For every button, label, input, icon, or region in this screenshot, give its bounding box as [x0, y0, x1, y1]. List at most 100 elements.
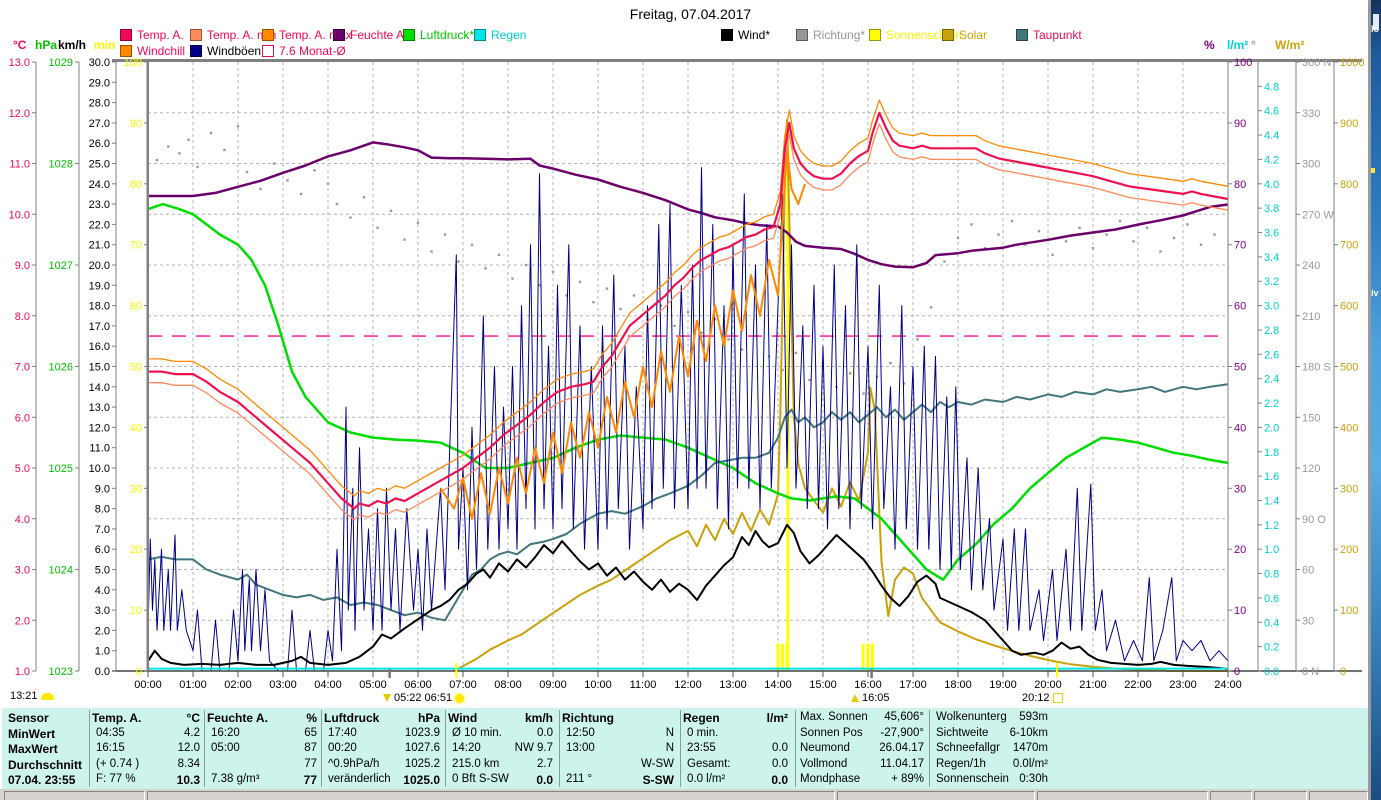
axis-label-rain: 3.2 [1264, 276, 1279, 288]
direction-dot [956, 236, 960, 240]
axis-label-wind: 6.0 [95, 544, 110, 556]
table-cell: 77 [304, 757, 317, 770]
axis-label-direction: 0 N [1302, 666, 1319, 678]
axis-label-pressure: 1023 [49, 666, 73, 678]
direction-dot [1010, 219, 1014, 223]
axis-label-rain: 1.0 [1264, 544, 1279, 556]
plot-top-border [112, 59, 1362, 62]
direction-dot [167, 145, 170, 148]
direction-dot [997, 233, 1000, 236]
direction-dot [943, 260, 946, 263]
time-tick-label: 08:00 [494, 679, 522, 691]
table-cell: 65 [304, 726, 317, 739]
axis-label-solar: 0 [1340, 666, 1346, 678]
axis-label-direction: 30 [1302, 615, 1314, 627]
direction-dot [1051, 253, 1054, 257]
axis-label-humidity: 0 [1234, 666, 1240, 678]
direction-dot [178, 152, 181, 155]
table-column-divider [929, 710, 930, 787]
table-cell: -27,900° [880, 726, 924, 739]
axis-label-wind: 19.0 [89, 280, 110, 292]
direction-dot [349, 216, 352, 219]
axis-label-direction: 270 W [1302, 209, 1334, 221]
status-bar-panel [1037, 791, 1208, 800]
table-cell: + 89% [891, 773, 924, 785]
direction-dot [209, 131, 213, 135]
table-cell: 10.3 [176, 773, 200, 787]
axis-label-humidity: 20 [1234, 544, 1246, 556]
table-cell: 1025.0 [403, 773, 440, 787]
direction-dot [524, 263, 528, 267]
axis-label-wind: 3.0 [95, 605, 110, 617]
axis-label-humidity: 90 [1234, 118, 1246, 130]
axis-label-wind: 13.0 [89, 402, 110, 414]
direction-dot [223, 148, 226, 152]
table-cell: 0 min. [687, 726, 719, 739]
axis-label-wind: 14.0 [89, 382, 110, 394]
direction-dot [497, 253, 501, 257]
sunset-time: 20:12 [1022, 692, 1050, 704]
time-tick-label: 18:00 [944, 679, 972, 691]
direction-dot [299, 192, 303, 196]
desktop-icon-fragment-yellow[interactable] [1371, 168, 1375, 173]
axis-label-humidity: 100 [1234, 57, 1252, 69]
axis-label-direction: 180 S [1302, 362, 1331, 374]
axis-label-wind: 16.0 [89, 341, 110, 353]
direction-dot [605, 287, 609, 290]
axis-label-temp: 10.0 [9, 209, 30, 221]
time-tick-label: 21:00 [1079, 679, 1107, 691]
table-cell: 0.0 [771, 773, 788, 787]
axis-label-rain: 0.0 [1264, 666, 1279, 678]
time-tick-label: 17:00 [899, 679, 927, 691]
direction-dot [794, 351, 798, 355]
direction-dot [970, 223, 973, 226]
time-tick-label: 19:00 [989, 679, 1017, 691]
axis-label-solar: 700 [1340, 240, 1358, 252]
direction-dot [889, 361, 892, 365]
axis-label-temp: 2.0 [15, 615, 30, 627]
table-cell: 0.0 [772, 757, 788, 770]
axis-label-rain: 1.8 [1264, 447, 1279, 459]
cloud-icon [40, 692, 54, 700]
table-cell: 77 [303, 773, 317, 787]
direction-dot [1078, 226, 1081, 229]
axis-label-rain: 0.8 [1264, 569, 1279, 581]
time-tick-label: 05:00 [359, 679, 387, 691]
axis-label-rain: 2.8 [1264, 325, 1279, 337]
axis-label-direction: 240 [1302, 260, 1320, 272]
desktop-icon-label-mid[interactable]: iv [1371, 288, 1379, 298]
direction-dot [1199, 243, 1203, 246]
status-bar-panel [1210, 791, 1252, 800]
axis-label-sunmin: 80 [130, 179, 142, 191]
axis-label-solar: 400 [1340, 422, 1358, 434]
axis-label-wind: 11.0 [89, 443, 110, 455]
axis-label-rain: 1.2 [1264, 520, 1279, 532]
direction-dot [272, 162, 276, 165]
axis-label-sunmin: 20 [130, 544, 142, 556]
axis-label-rain: 1.6 [1264, 471, 1279, 483]
direction-dot [632, 294, 636, 297]
sunshine-bar [781, 643, 784, 671]
moonset-time: 05:22 [394, 692, 422, 704]
axis-label-humidity: 70 [1234, 240, 1246, 252]
table-cell: 1023.9 [404, 726, 440, 739]
direction-dot [362, 196, 366, 199]
axis-label-wind: 21.0 [89, 240, 110, 252]
desktop-icon-label-top[interactable]: lo [1371, 24, 1379, 34]
axis-label-sunmin: 90 [130, 118, 142, 130]
axis-label-wind: 0.0 [95, 666, 110, 678]
table-column-divider [204, 710, 205, 787]
time-tick-label: 02:00 [224, 679, 252, 691]
axis-label-sunmin: 10 [130, 605, 142, 617]
series-solar [453, 118, 1228, 672]
time-tick-label: 23:00 [1169, 679, 1197, 691]
table-cell: 45,606° [884, 711, 924, 723]
direction-dot [1132, 240, 1135, 243]
axis-label-temp: 9.0 [15, 260, 30, 272]
axis-label-sunmin: 100 [124, 57, 142, 69]
direction-dot [470, 243, 474, 246]
status-bar-panel [1309, 791, 1368, 800]
axis-label-humidity: 40 [1234, 422, 1246, 434]
table-cell: l/m² [766, 711, 788, 725]
axis-label-solar: 800 [1340, 179, 1358, 191]
